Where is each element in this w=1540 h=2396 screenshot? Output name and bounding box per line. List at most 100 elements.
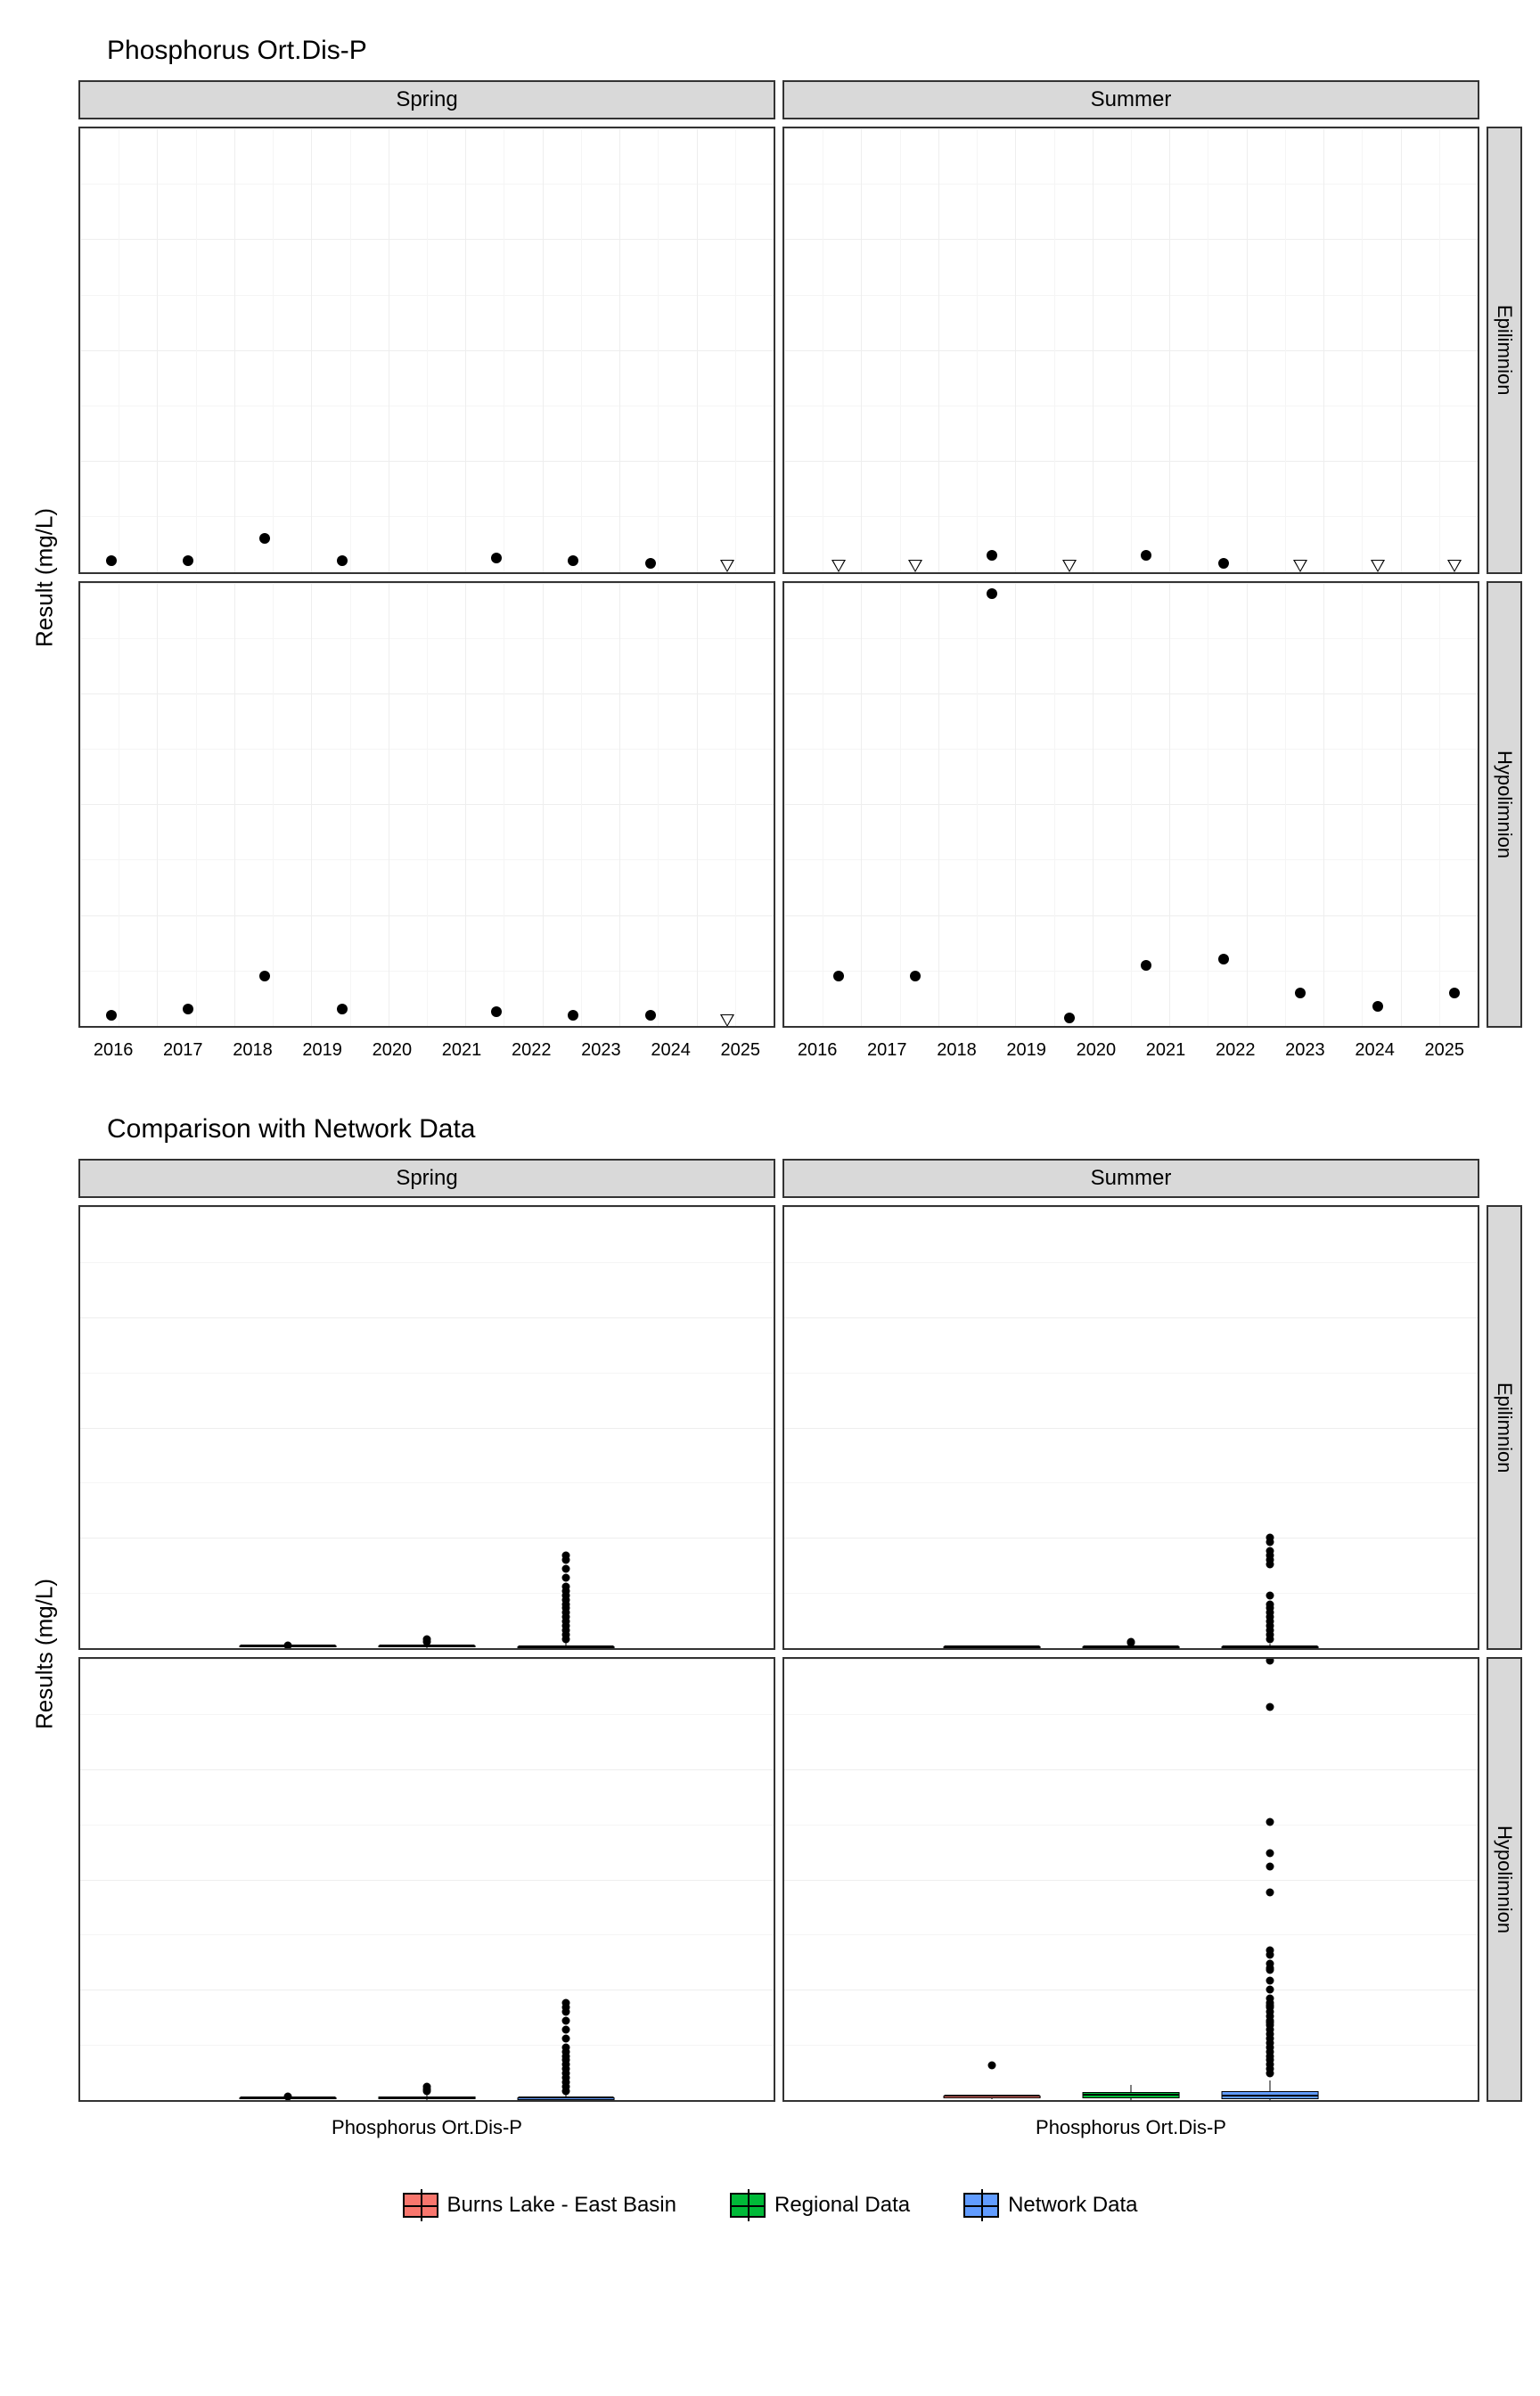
x-axis-ticks: 2016201720182019202020212022202320242025 <box>78 1035 775 1061</box>
boxplot-box <box>1221 2091 1318 2098</box>
data-point <box>1447 560 1462 572</box>
chart-title: Phosphorus Ort.Dis-P <box>107 36 1522 66</box>
panel-summer-epi <box>782 127 1479 574</box>
legend-item-regional: Regional Data <box>730 2193 910 2218</box>
row-facet-epilimnion: Epilimnion <box>1487 127 1522 574</box>
outlier-point <box>1266 1849 1274 1857</box>
x-axis-row: Phosphorus Ort.Dis-P Phosphorus Ort.Dis-… <box>78 2109 1479 2139</box>
col-facet-spring: Spring <box>78 1159 775 1198</box>
data-point <box>908 560 922 572</box>
row-facet-hypolimnion: Hypolimnion <box>1487 581 1522 1029</box>
boxplot-box <box>517 2097 614 2099</box>
data-point <box>720 560 734 572</box>
outlier-point <box>561 1573 569 1581</box>
panel-spring-epi: 0.080.060.040.020.00 <box>78 127 775 574</box>
outlier-point <box>1266 1986 1274 1994</box>
outlier-point <box>1266 1547 1274 1555</box>
y-axis-label: Results (mg/L) <box>18 1205 71 2102</box>
legend-item-network: Network Data <box>963 2193 1137 2218</box>
outlier-point <box>1266 1534 1274 1542</box>
boxplot-box <box>944 1646 1041 1648</box>
row-facet-epilimnion: Epilimnion <box>1487 1205 1522 1650</box>
data-point <box>106 1010 117 1021</box>
data-point <box>645 558 656 569</box>
outlier-point <box>423 2083 431 2091</box>
outlier-point <box>561 1582 569 1590</box>
boxplot-box <box>379 2096 476 2099</box>
outlier-point <box>1266 1946 1274 1954</box>
outlier-point <box>561 2016 569 2024</box>
x-axis-row: 2016201720182019202020212022202320242025… <box>78 1035 1479 1061</box>
data-point <box>1449 988 1460 998</box>
outlier-point <box>1266 1657 1274 1665</box>
legend-label: Regional Data <box>774 2193 910 2218</box>
row-facet-hypolimnion: Hypolimnion <box>1487 1657 1522 2102</box>
data-point <box>987 588 997 599</box>
outlier-point <box>561 1999 569 2007</box>
data-point <box>106 555 117 566</box>
panel-spring-epi: 1.000.750.500.250.00 <box>78 1205 775 1650</box>
timeseries-chart: Phosphorus Ort.Dis-P Result (mg/L) Sprin… <box>18 36 1522 1061</box>
outlier-point <box>561 2043 569 2051</box>
outlier-point <box>284 2092 292 2100</box>
data-point <box>720 1014 734 1027</box>
data-point <box>1293 560 1307 572</box>
data-point <box>1218 954 1229 964</box>
outlier-point <box>1266 1591 1274 1599</box>
network-comparison-chart: Comparison with Network Data Results (mg… <box>18 1114 1522 2139</box>
legend-label: Network Data <box>1008 2193 1137 2218</box>
panel-summer-epi <box>782 1205 1479 1650</box>
data-point <box>337 1004 348 1014</box>
outlier-point <box>1266 1995 1274 2003</box>
data-point <box>259 971 270 981</box>
outlier-point <box>561 1552 569 1560</box>
col-facet-spring: Spring <box>78 80 775 119</box>
data-point <box>1141 960 1151 971</box>
outlier-point <box>1266 1818 1274 1826</box>
data-point <box>1064 1013 1075 1023</box>
outlier-point <box>1266 1862 1274 1870</box>
legend-swatch-icon <box>963 2193 999 2218</box>
data-point <box>1371 560 1385 572</box>
outlier-point <box>1266 1889 1274 1897</box>
data-point <box>1295 988 1306 998</box>
outlier-point <box>1266 1703 1274 1711</box>
outlier-point <box>561 1564 569 1572</box>
data-point <box>491 1006 502 1017</box>
data-point <box>183 555 193 566</box>
legend: Burns Lake - East Basin Regional Data Ne… <box>18 2193 1522 2218</box>
data-point <box>1141 550 1151 561</box>
outlier-point <box>284 1642 292 1650</box>
data-point <box>337 555 348 566</box>
panel-summer-hypo <box>782 581 1479 1029</box>
boxplot-box <box>379 1645 476 1647</box>
col-facet-summer: Summer <box>782 80 1479 119</box>
data-point <box>831 560 846 572</box>
outlier-point <box>1266 1959 1274 1967</box>
legend-item-site: Burns Lake - East Basin <box>403 2193 676 2218</box>
outlier-point <box>423 1636 431 1644</box>
data-point <box>259 533 270 544</box>
data-point <box>183 1004 193 1014</box>
boxplot-box <box>517 1646 614 1648</box>
panel-spring-hypo: 1.000.750.500.250.00 <box>78 1657 775 2102</box>
panel-summer-hypo <box>782 1657 1479 2102</box>
panel-spring-hypo: 0.080.060.040.020.00 <box>78 581 775 1029</box>
outlier-point <box>1266 1977 1274 1985</box>
legend-label: Burns Lake - East Basin <box>447 2193 676 2218</box>
boxplot-box <box>1221 1646 1318 1648</box>
x-axis-category: Phosphorus Ort.Dis-P <box>78 2109 775 2139</box>
legend-swatch-icon <box>403 2193 438 2218</box>
outlier-point <box>1127 1637 1135 1645</box>
data-point <box>568 1010 578 1021</box>
boxplot-box <box>1083 2092 1180 2098</box>
data-point <box>1218 558 1229 569</box>
outlier-point <box>1266 1600 1274 1608</box>
data-point <box>645 1010 656 1021</box>
data-point <box>1372 1001 1383 1012</box>
data-point <box>1062 560 1077 572</box>
outlier-point <box>561 2025 569 2033</box>
outlier-point <box>561 2034 569 2042</box>
chart-title: Comparison with Network Data <box>107 1114 1522 1145</box>
data-point <box>568 555 578 566</box>
